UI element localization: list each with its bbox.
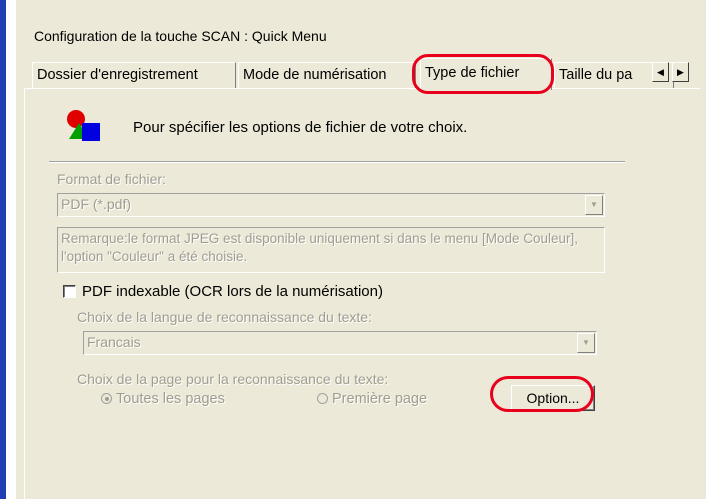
tab-scroll-right-button[interactable]: ▶ — [672, 62, 689, 82]
panel-header-text: Pour spécifier les options de fichier de… — [133, 119, 468, 136]
ocr-checkbox[interactable] — [63, 285, 76, 298]
option-button[interactable]: Option... — [511, 385, 595, 411]
language-select[interactable]: Francais ▼ — [83, 331, 597, 355]
format-label: Format de fichier: — [57, 171, 166, 187]
ocr-checkbox-label[interactable]: PDF indexable (OCR lors de la numérisati… — [82, 283, 383, 300]
radio-button-icon[interactable] — [317, 393, 328, 404]
dialog-title: Configuration de la touche SCAN : Quick … — [34, 28, 327, 44]
tab-type-de-fichier[interactable]: Type de fichier — [420, 58, 552, 90]
tab-strip: Dossier d'enregistrement Mode de numéris… — [16, 56, 706, 90]
chevron-down-icon[interactable]: ▼ — [577, 333, 595, 353]
tab-mode-numerisation[interactable]: Mode de numérisation — [238, 62, 416, 88]
chevron-down-icon[interactable]: ▼ — [585, 195, 603, 215]
language-select-value: Francais — [87, 334, 141, 350]
header-separator — [49, 161, 625, 163]
page-choice-label: Choix de la page pour la reconnaissance … — [77, 371, 389, 387]
radio-button-icon[interactable] — [101, 393, 112, 404]
radio-all-pages-label[interactable]: Toutes les pages — [116, 391, 225, 407]
format-select[interactable]: PDF (*.pdf) ▼ — [57, 193, 605, 217]
tab-scroll-left-button[interactable]: ◀ — [652, 62, 669, 82]
radio-first-page-label[interactable]: Première page — [332, 391, 427, 407]
arrow-right-icon: ▶ — [677, 67, 684, 77]
radio-all-pages[interactable]: Toutes les pages — [101, 391, 225, 407]
file-type-icon — [67, 110, 100, 141]
language-label: Choix de la langue de reconnaissance du … — [77, 309, 372, 325]
tab-dossier-enregistrement[interactable]: Dossier d'enregistrement — [32, 62, 236, 88]
radio-first-page[interactable]: Première page — [317, 391, 427, 407]
ocr-checkbox-row[interactable]: PDF indexable (OCR lors de la numérisati… — [63, 283, 383, 300]
format-select-value: PDF (*.pdf) — [61, 196, 132, 212]
window-left-edge — [0, 0, 6, 499]
scan-config-dialog: Configuration de la touche SCAN : Quick … — [16, 0, 706, 499]
format-note: Remarque:le format JPEG est disponible u… — [57, 227, 605, 273]
arrow-left-icon: ◀ — [657, 67, 664, 77]
tab-panel-type-de-fichier: Pour spécifier les options de fichier de… — [24, 88, 700, 499]
